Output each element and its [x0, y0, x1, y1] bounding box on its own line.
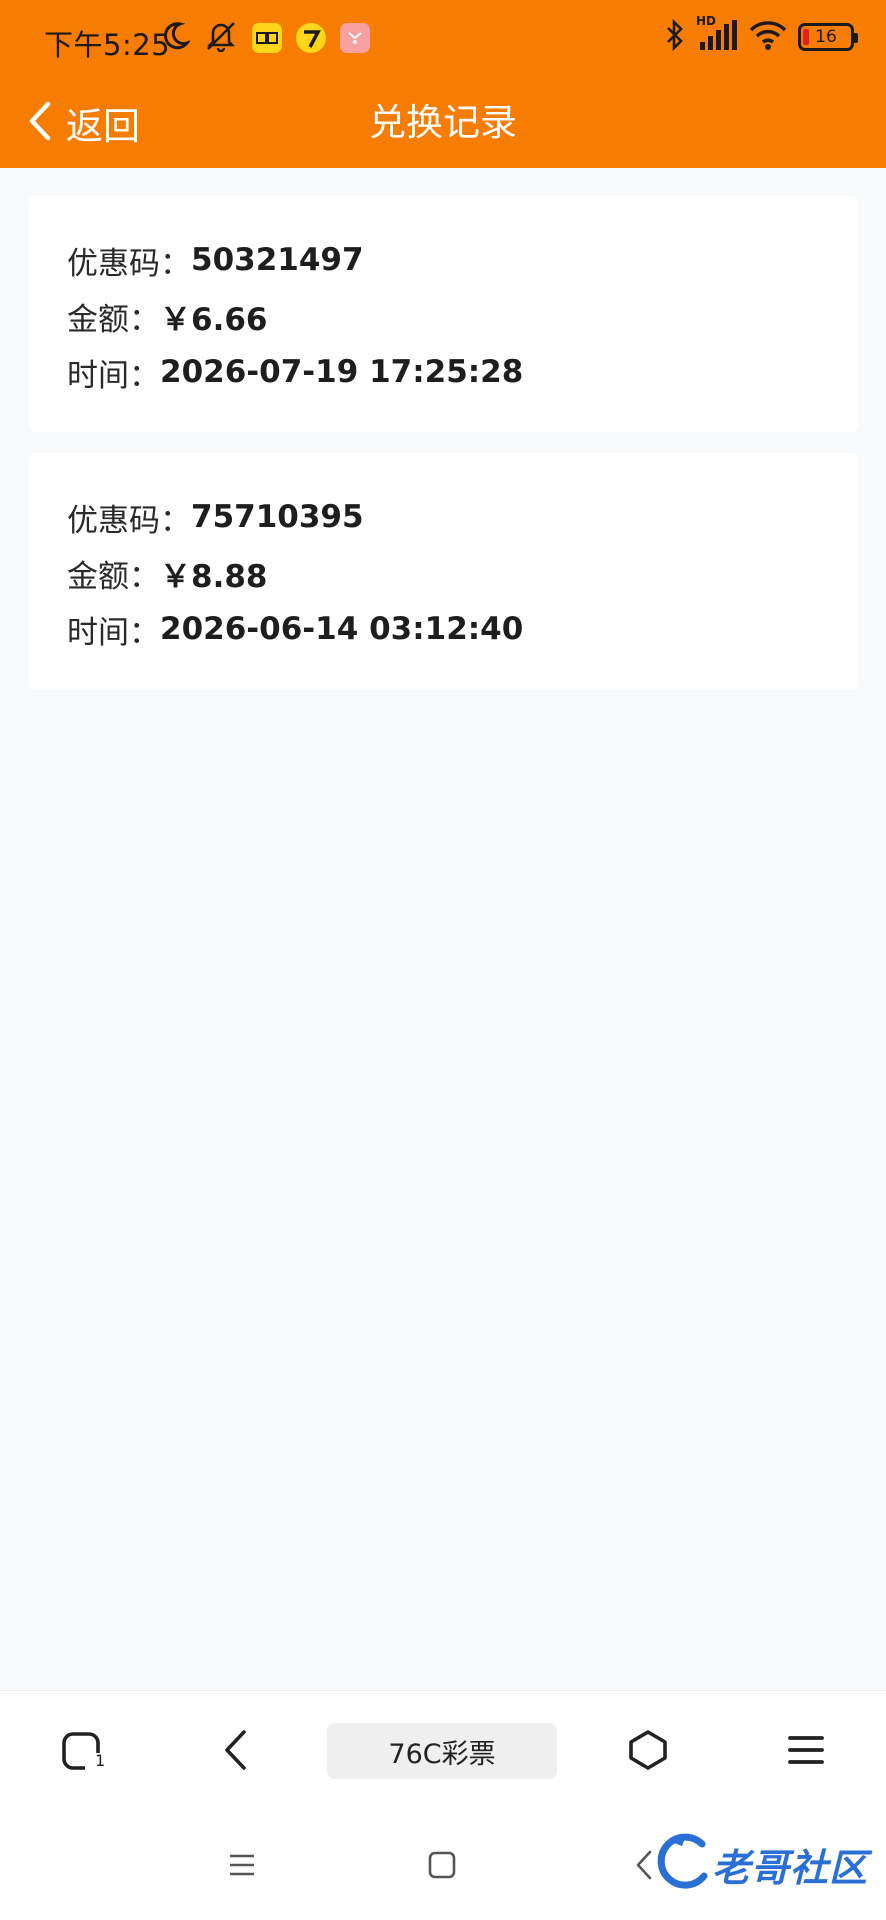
bluetooth-icon [664, 18, 686, 56]
mute-icon [204, 20, 238, 56]
address-title: 76C彩票 [388, 1738, 496, 1770]
tabs-icon: 1 [59, 1729, 105, 1775]
page-header: 返回 兑换记录 [0, 78, 886, 168]
address-bar[interactable]: 76C彩票 [327, 1723, 557, 1779]
app-badge-yellow-icon [252, 23, 282, 53]
app-badge-pink-icon [340, 23, 370, 53]
record-code-row: 优惠码： 50321497 [67, 232, 820, 288]
chevron-left-icon [220, 1728, 250, 1776]
record-card: 优惠码： 50321497 金额： ￥6.66 时间： 2026-07-19 1… [29, 196, 858, 432]
record-amount: ￥6.66 [160, 301, 268, 338]
moon-icon [162, 21, 192, 55]
records-list: 优惠码： 50321497 金额： ￥6.66 时间： 2026-07-19 1… [29, 196, 858, 710]
browser-toolbar: 1 76C彩票 [0, 1690, 886, 1813]
dragon-logo-icon [652, 1832, 712, 1896]
record-code-label: 优惠码： [67, 502, 191, 539]
status-bar: 下午5:25 HD 16 [0, 0, 886, 78]
record-code-row: 优惠码： 75710395 [67, 489, 820, 545]
tabs-button[interactable]: 1 [52, 1719, 112, 1785]
menu-button[interactable] [784, 1719, 828, 1785]
record-code: 50321497 [191, 242, 364, 278]
record-time-row: 时间： 2026-07-19 17:25:28 [67, 344, 820, 400]
home-button[interactable] [622, 1719, 674, 1785]
record-time-label: 时间： [67, 614, 160, 651]
home-icon [626, 1728, 670, 1776]
signal-icon: HD [696, 14, 738, 56]
record-time: 2026-07-19 17:25:28 [160, 354, 524, 390]
watermark: 老哥社区 [652, 1832, 868, 1896]
status-left-icons [162, 20, 370, 56]
record-amount: ￥8.88 [160, 558, 268, 595]
status-time: 下午5:25 [44, 28, 171, 62]
battery-level: 16 [815, 27, 837, 47]
status-right-icons: HD 16 [664, 14, 858, 56]
menu-icon [788, 1732, 824, 1772]
record-amount-row: 金额： ￥6.66 [67, 288, 820, 344]
record-time-row: 时间： 2026-06-14 03:12:40 [67, 601, 820, 657]
record-time-label: 时间： [67, 357, 160, 394]
record-amount-row: 金额： ￥8.88 [67, 545, 820, 601]
recent-apps-button[interactable] [222, 1842, 262, 1892]
record-code-label: 优惠码： [67, 245, 191, 282]
record-card: 优惠码： 75710395 金额： ￥8.88 时间： 2026-06-14 0… [29, 453, 858, 689]
square-icon [427, 1850, 457, 1884]
record-amount-label: 金额： [67, 558, 160, 595]
page-title: 兑换记录 [369, 101, 517, 144]
record-time: 2026-06-14 03:12:40 [160, 611, 524, 647]
battery-icon: 16 [798, 23, 858, 51]
tab-count: 1 [95, 1751, 106, 1770]
recent-apps-icon [227, 1850, 257, 1884]
hd-label: HD [696, 14, 717, 28]
system-home-button[interactable] [422, 1842, 462, 1892]
wifi-icon [748, 19, 788, 55]
watermark-text: 老哥社区 [711, 1845, 868, 1890]
browser-back-button[interactable] [210, 1719, 260, 1785]
record-code: 75710395 [191, 499, 364, 535]
record-amount-label: 金额： [67, 301, 160, 338]
app-badge-bird-icon [296, 23, 326, 53]
